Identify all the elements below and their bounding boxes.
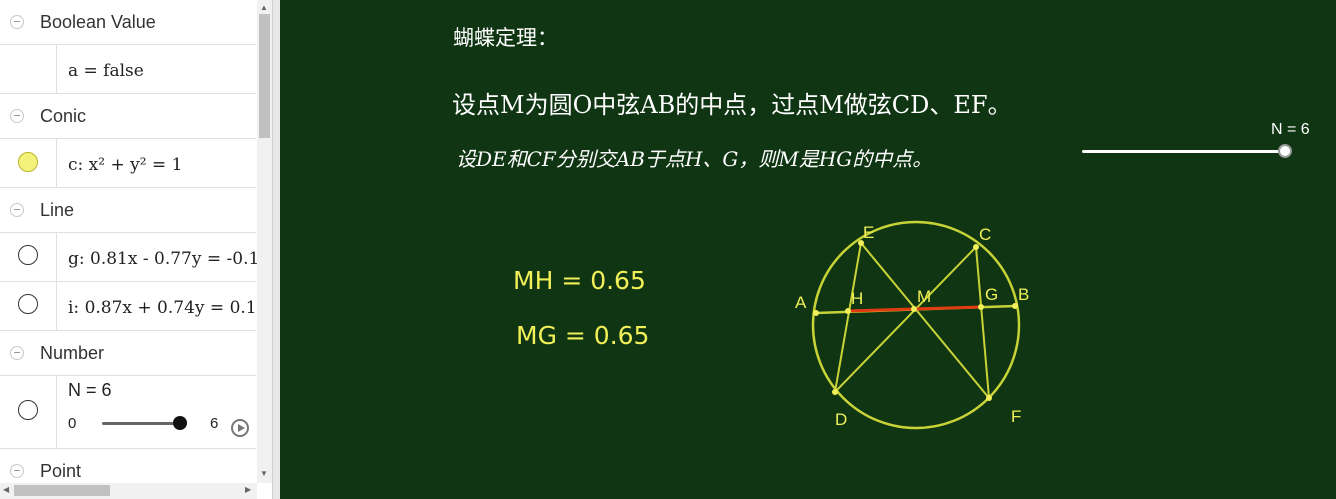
point-g[interactable] [978, 304, 984, 310]
group-header-number[interactable]: Number [0, 331, 256, 376]
group-header-conic[interactable]: Conic [0, 94, 256, 139]
label-g: G [985, 285, 998, 304]
vertical-scrollbar[interactable]: ▲ ▼ [257, 0, 272, 483]
item-definition[interactable]: i: 0.87x + 0.74y = 0.1 [68, 298, 257, 318]
play-icon[interactable] [231, 419, 249, 437]
group-label: Line [40, 200, 75, 220]
group-label: Conic [40, 106, 87, 126]
point-c[interactable] [973, 244, 979, 250]
label-d: D [835, 410, 847, 429]
item-definition[interactable]: c: x² + y² = 1 [68, 155, 182, 175]
point-f[interactable] [986, 395, 992, 401]
label-f: F [1011, 407, 1021, 426]
point-a[interactable] [813, 310, 819, 316]
label-a: A [795, 293, 807, 312]
label-m: M [917, 287, 931, 306]
algebra-item-g[interactable]: g: 0.81x - 0.77y = -0.1 [0, 233, 259, 282]
group-header-line[interactable]: Line [0, 188, 256, 233]
slider-min-label: 0 [68, 415, 77, 432]
algebra-item-c[interactable]: c: x² + y² = 1 [0, 139, 256, 188]
horizontal-scrollbar[interactable]: ◀ ▶ [0, 483, 257, 499]
collapse-icon[interactable] [10, 15, 24, 29]
panel-divider[interactable] [272, 0, 280, 499]
group-label: Number [40, 343, 105, 363]
label-h: H [851, 289, 863, 308]
group-header-boolean[interactable]: Boolean Value [0, 0, 256, 45]
point-d[interactable] [832, 389, 838, 395]
algebra-item-n[interactable]: N = 6 0 6 [0, 376, 256, 449]
scrollbar-thumb[interactable] [14, 485, 110, 496]
chord-ef[interactable] [860, 242, 990, 399]
collapse-icon[interactable] [10, 109, 24, 123]
algebra-item-i[interactable]: i: 0.87x + 0.74y = 0.1 [0, 282, 257, 331]
label-b: B [1018, 285, 1029, 304]
group-label: Boolean Value [40, 12, 156, 32]
item-definition[interactable]: N = 6 [68, 380, 112, 401]
scrollbar-thumb[interactable] [259, 14, 270, 138]
algebra-item-a[interactable]: a = false [0, 45, 256, 94]
collapse-icon[interactable] [10, 203, 24, 217]
collapse-icon[interactable] [10, 346, 24, 360]
visibility-toggle[interactable] [18, 294, 38, 314]
point-h[interactable] [845, 308, 851, 314]
collapse-icon[interactable] [10, 464, 24, 478]
geometry-canvas[interactable]: A B C D E F G H M [280, 0, 1336, 499]
scroll-up-icon[interactable]: ▲ [260, 3, 268, 12]
point-m[interactable] [911, 306, 917, 312]
visibility-toggle[interactable] [18, 400, 38, 420]
scroll-right-icon[interactable]: ▶ [245, 485, 251, 494]
scroll-left-icon[interactable]: ◀ [3, 485, 9, 494]
visibility-cell [0, 45, 57, 93]
visibility-toggle[interactable] [18, 152, 38, 172]
slider-handle[interactable] [173, 416, 187, 430]
visibility-toggle[interactable] [18, 245, 38, 265]
item-definition[interactable]: g: 0.81x - 0.77y = -0.1 [68, 249, 259, 269]
group-label: Point [40, 461, 82, 481]
algebra-view: Boolean Value a = false Conic c: x² + y²… [0, 0, 272, 499]
graphics-view[interactable]: 蝴蝶定理： 设点M为圆O中弦AB的中点，过点M做弦CD、EF。 设DE和CF分别… [280, 0, 1336, 499]
label-e: E [863, 223, 874, 242]
slider-max-label: 6 [210, 415, 219, 432]
slider-track[interactable] [102, 422, 180, 425]
scroll-down-icon[interactable]: ▼ [260, 469, 268, 478]
label-c: C [979, 225, 991, 244]
segment-cf[interactable] [975, 246, 990, 399]
item-definition[interactable]: a = false [68, 61, 144, 81]
